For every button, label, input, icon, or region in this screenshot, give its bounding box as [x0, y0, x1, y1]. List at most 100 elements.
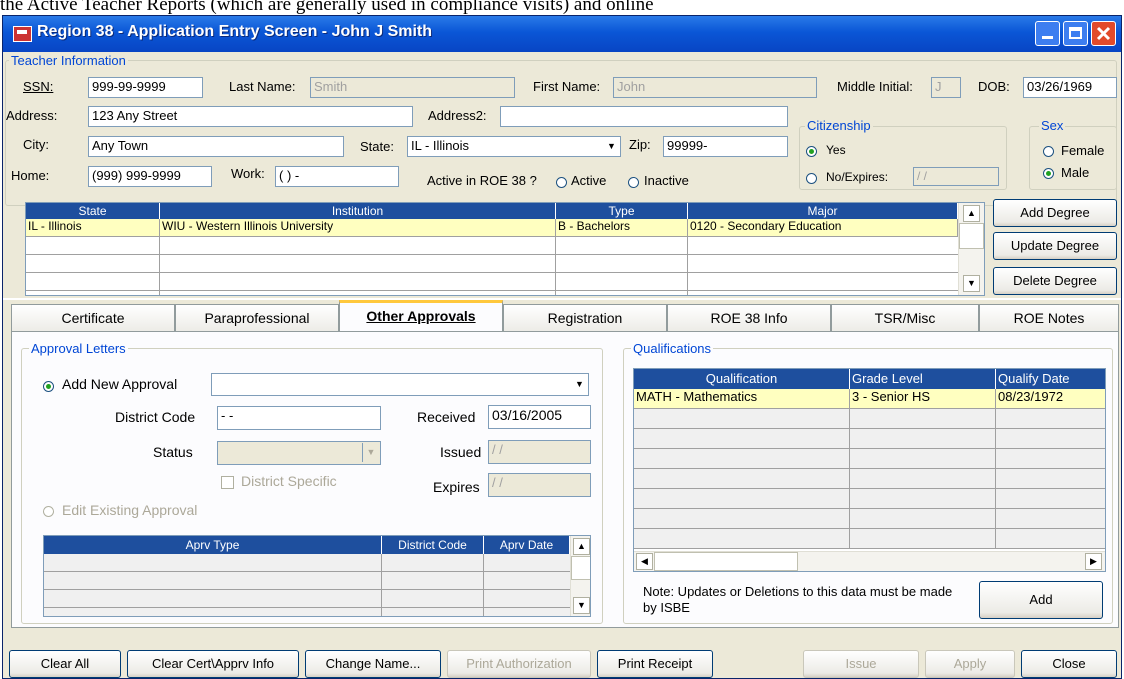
- chevron-down-icon[interactable]: ▼: [603, 137, 620, 156]
- received-label: Received: [417, 409, 476, 425]
- tab-roe-notes[interactable]: ROE Notes: [979, 304, 1119, 332]
- qualifications-header-qualify-date[interactable]: Qualify Date: [996, 369, 1105, 389]
- grade-level-cell: 3 - Senior HS: [850, 389, 996, 409]
- scroll-right-icon[interactable]: ▶: [1085, 553, 1102, 570]
- sex-group: [1029, 126, 1117, 190]
- chevron-down-icon[interactable]: ▼: [362, 443, 379, 462]
- sex-female-label: Female: [1061, 143, 1105, 158]
- expires-field[interactable]: / /: [488, 473, 591, 497]
- home-phone-field[interactable]: (999) 999-9999: [88, 166, 212, 187]
- tab-certificate[interactable]: Certificate: [11, 304, 175, 332]
- delete-degree-button[interactable]: Delete Degree: [993, 267, 1117, 295]
- degrees-header-institution[interactable]: Institution: [160, 203, 556, 219]
- table-row[interactable]: IL - Illinois WIU - Western Illinois Uni…: [26, 219, 958, 237]
- clear-all-button[interactable]: Clear All: [9, 650, 121, 678]
- district-specific-checkbox[interactable]: [221, 476, 234, 489]
- update-degree-button[interactable]: Update Degree: [993, 232, 1117, 260]
- inactive-radio[interactable]: [628, 177, 639, 188]
- approvals-grid[interactable]: Aprv Type District Code Aprv Date ▲ ▼: [43, 535, 591, 617]
- issue-button[interactable]: Issue: [803, 650, 919, 678]
- citizenship-expires-field[interactable]: / /: [913, 167, 999, 186]
- state-select[interactable]: IL - Illinois ▼: [407, 136, 621, 157]
- add-qualification-button[interactable]: Add: [979, 581, 1103, 619]
- close-window-button[interactable]: [1091, 21, 1116, 46]
- table-row[interactable]: MATH - Mathematics 3 - Senior HS 08/23/1…: [634, 389, 1105, 409]
- status-select[interactable]: ▼: [217, 441, 381, 465]
- first-name-label: First Name:: [533, 79, 601, 94]
- degrees-scroll-thumb[interactable]: [959, 223, 984, 249]
- qualifications-hscrollbar[interactable]: ◀ ▶: [634, 551, 1105, 571]
- print-receipt-button[interactable]: Print Receipt: [597, 650, 713, 678]
- state-label: State:: [360, 139, 394, 154]
- active-radio[interactable]: [556, 177, 567, 188]
- print-authorization-button[interactable]: Print Authorization: [447, 650, 591, 678]
- document-background-text: the Active Teacher Reports (which are ge…: [0, 0, 654, 15]
- degrees-header-type[interactable]: Type: [556, 203, 688, 219]
- sex-female-radio[interactable]: [1043, 146, 1054, 157]
- chevron-down-icon[interactable]: ▼: [571, 375, 588, 394]
- active-in-roe-label: Active in ROE 38 ?: [427, 173, 537, 188]
- citizenship-title: Citizenship: [805, 118, 873, 133]
- sex-male-radio[interactable]: [1043, 168, 1054, 179]
- clear-cert-apprv-info-button[interactable]: Clear Cert\Apprv Info: [127, 650, 299, 678]
- state-select-value: IL - Illinois: [411, 138, 470, 153]
- address-label: Address:: [6, 108, 58, 123]
- tab-roe-38-info[interactable]: ROE 38 Info: [667, 304, 831, 332]
- scroll-up-icon[interactable]: ▲: [963, 205, 980, 222]
- degrees-header-major[interactable]: Major: [688, 203, 958, 219]
- approvals-header-aprv-type[interactable]: Aprv Type: [44, 536, 382, 554]
- address2-field[interactable]: [500, 106, 788, 127]
- tab-paraprofessional[interactable]: Paraprofessional: [175, 304, 339, 332]
- work-phone-field[interactable]: ( ) -: [275, 166, 399, 187]
- district-code-field[interactable]: - -: [217, 406, 381, 430]
- zip-field[interactable]: 99999-: [663, 136, 788, 157]
- approvals-header-aprv-date[interactable]: Aprv Date: [484, 536, 570, 554]
- citizenship-yes-radio[interactable]: [806, 146, 817, 157]
- degree-major-cell: 0120 - Secondary Education: [688, 219, 958, 237]
- degrees-header-state[interactable]: State: [26, 203, 160, 219]
- degree-state-cell: IL - Illinois: [26, 219, 160, 237]
- citizenship-yes-label: Yes: [826, 143, 846, 157]
- approval-type-select[interactable]: ▼: [211, 373, 589, 396]
- first-name-field[interactable]: John: [613, 77, 817, 98]
- qualifications-grid[interactable]: Qualification Grade Level Qualify Date M…: [633, 368, 1106, 572]
- change-name-button[interactable]: Change Name...: [305, 650, 441, 678]
- dob-field[interactable]: 03/26/1969: [1023, 77, 1117, 98]
- approvals-header-district-code[interactable]: District Code: [382, 536, 484, 554]
- degrees-grid[interactable]: State Institution Type Major IL - Illino…: [25, 202, 985, 296]
- qualifications-scroll-thumb[interactable]: [654, 552, 798, 571]
- tab-tsr-misc[interactable]: TSR/Misc: [831, 304, 979, 332]
- maximize-button[interactable]: [1063, 21, 1088, 46]
- last-name-field[interactable]: Smith: [310, 77, 515, 98]
- approvals-scroll-thumb[interactable]: [571, 556, 590, 580]
- tab-registration[interactable]: Registration: [503, 304, 667, 332]
- degrees-scrollbar[interactable]: ▲ ▼: [958, 203, 984, 295]
- close-button[interactable]: Close: [1021, 650, 1117, 678]
- city-field[interactable]: Any Town: [88, 136, 344, 157]
- ssn-field[interactable]: 999-99-9999: [88, 77, 203, 98]
- apply-button[interactable]: Apply: [925, 650, 1015, 678]
- qualifications-title: Qualifications: [631, 341, 714, 356]
- edit-existing-approval-radio[interactable]: [43, 506, 54, 517]
- received-field[interactable]: 03/16/2005: [488, 405, 591, 429]
- isbe-note: Note: Updates or Deletions to this data …: [643, 584, 953, 615]
- minimize-button[interactable]: [1035, 21, 1060, 46]
- scroll-up-icon[interactable]: ▲: [573, 538, 590, 555]
- tab-other-approvals[interactable]: Other Approvals: [339, 300, 503, 332]
- scroll-down-icon[interactable]: ▼: [573, 597, 590, 614]
- scroll-down-icon[interactable]: ▼: [963, 275, 980, 292]
- qualifications-header-grade-level[interactable]: Grade Level: [850, 369, 996, 389]
- citizenship-no-radio[interactable]: [806, 173, 817, 184]
- add-new-approval-radio[interactable]: [43, 381, 54, 392]
- middle-initial-field[interactable]: J: [931, 77, 961, 98]
- address-field[interactable]: 123 Any Street: [88, 106, 413, 127]
- qualifications-header-qualification[interactable]: Qualification: [634, 369, 850, 389]
- title-bar[interactable]: Region 38 - Application Entry Screen - J…: [3, 16, 1121, 52]
- city-label: City:: [23, 137, 49, 152]
- inactive-radio-label: Inactive: [644, 173, 689, 188]
- scroll-left-icon[interactable]: ◀: [636, 553, 653, 570]
- approvals-scrollbar[interactable]: ▲ ▼: [570, 536, 590, 616]
- add-degree-button[interactable]: Add Degree: [993, 199, 1117, 227]
- issued-field[interactable]: / /: [488, 440, 591, 464]
- application-window: Region 38 - Application Entry Screen - J…: [2, 15, 1122, 679]
